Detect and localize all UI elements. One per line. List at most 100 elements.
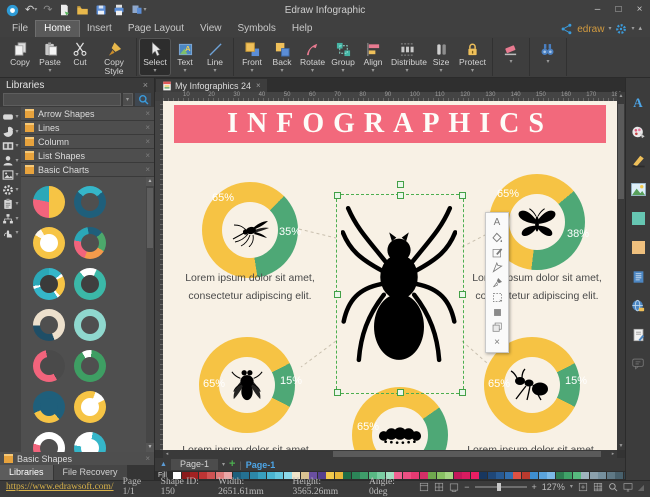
- color-swatch[interactable]: [607, 472, 615, 479]
- scroll-down-icon[interactable]: ▼: [146, 443, 154, 452]
- scrollbar-thumb[interactable]: [147, 188, 153, 248]
- library-item-list-shapes[interactable]: List Shapes×: [21, 149, 154, 162]
- color-swatch[interactable]: [573, 472, 581, 479]
- dock-note-button[interactable]: [629, 268, 648, 285]
- horizontal-scrollbar[interactable]: ◂ ▸: [163, 450, 617, 458]
- resize-grip[interactable]: ◢: [638, 483, 644, 492]
- dock-swatch-orange-button[interactable]: [629, 239, 648, 256]
- color-swatch[interactable]: [564, 472, 572, 479]
- menu-tab-file[interactable]: File: [4, 21, 36, 37]
- float-cursor-button[interactable]: [490, 261, 504, 274]
- new-file-button[interactable]: [56, 2, 72, 18]
- infographic-title-banner[interactable]: INFOGRAPHICS: [174, 105, 606, 143]
- zoom-in-button[interactable]: +: [532, 482, 537, 492]
- eraser-button[interactable]: ▾: [496, 39, 526, 66]
- library-category-people-button[interactable]: ▾: [2, 155, 18, 167]
- maximize-button[interactable]: □: [608, 1, 629, 19]
- color-swatch[interactable]: [505, 472, 513, 479]
- menu-tab-symbols[interactable]: Symbols: [230, 21, 284, 37]
- print-button[interactable]: [111, 2, 127, 18]
- chart-shape-thumbnail[interactable]: [74, 227, 106, 259]
- float-duplicate-button[interactable]: [490, 321, 504, 334]
- chart-shape-thumbnail[interactable]: [33, 227, 65, 259]
- vertical-scrollbar[interactable]: ▲ ▼: [617, 92, 625, 450]
- protect-button[interactable]: Protect▾: [456, 39, 489, 75]
- selection-handle[interactable]: [334, 389, 341, 396]
- library-close-icon[interactable]: ×: [145, 151, 150, 160]
- scrollbar-thumb[interactable]: [618, 104, 624, 199]
- selection-handle[interactable]: [459, 389, 466, 396]
- canvas-page[interactable]: INFOGRAPHICS: [163, 101, 617, 450]
- app-logo-button[interactable]: [4, 2, 21, 18]
- color-swatch[interactable]: [420, 472, 428, 479]
- more-button[interactable]: ▾: [129, 2, 148, 18]
- page-tab-dropdown-icon[interactable]: ▾: [222, 462, 225, 468]
- back-button[interactable]: Back▾: [267, 39, 297, 75]
- float-fill-button[interactable]: [490, 231, 504, 244]
- fit-page-icon[interactable]: [578, 482, 588, 492]
- zoom-out-button[interactable]: −: [464, 482, 469, 492]
- scroll-right-icon[interactable]: ▸: [609, 450, 617, 458]
- color-swatch[interactable]: [556, 472, 564, 479]
- color-swatch[interactable]: [488, 472, 496, 479]
- dock-format-painter-button[interactable]: [629, 152, 648, 169]
- color-swatch[interactable]: [471, 472, 479, 479]
- selection-handle[interactable]: [397, 389, 404, 396]
- library-close-icon[interactable]: ×: [145, 123, 150, 132]
- color-swatch[interactable]: [513, 472, 521, 479]
- library-item-arrow-shapes[interactable]: Arrow Shapes×: [21, 107, 154, 120]
- undo-button[interactable]: ↶▾: [23, 2, 39, 18]
- align-button[interactable]: Align▾: [358, 39, 388, 75]
- chart-shape-thumbnail[interactable]: [33, 432, 65, 452]
- library-item-basic-charts[interactable]: Basic Charts×: [21, 163, 154, 176]
- copy-button[interactable]: Copy: [5, 39, 35, 68]
- document-tab-close-icon[interactable]: ×: [256, 81, 261, 90]
- front-button[interactable]: Front▾: [237, 39, 267, 75]
- collapse-pagebar-icon[interactable]: ▲: [160, 461, 167, 468]
- color-swatch[interactable]: [496, 472, 504, 479]
- scroll-up-icon[interactable]: ▲: [146, 177, 154, 186]
- color-swatch[interactable]: [530, 472, 538, 479]
- float-close-button[interactable]: ×: [490, 336, 504, 349]
- color-swatch[interactable]: [522, 472, 530, 479]
- donut-chart-fly[interactable]: 65% 15%: [199, 337, 295, 433]
- page-tab[interactable]: Page-1: [171, 459, 218, 470]
- float-brush-button[interactable]: [490, 276, 504, 289]
- color-swatch[interactable]: [479, 472, 487, 479]
- library-category-clipboard-button[interactable]: ▾: [2, 198, 18, 210]
- collapse-ribbon-icon[interactable]: ▴: [638, 26, 642, 32]
- library-search-input[interactable]: [3, 93, 121, 106]
- menu-tab-insert[interactable]: Insert: [79, 21, 120, 37]
- grid-toggle-icon[interactable]: [593, 482, 603, 492]
- open-file-button[interactable]: [74, 2, 91, 18]
- document-tab[interactable]: My Infographics 24 ×: [156, 79, 267, 92]
- dock-theme-color-button[interactable]: [629, 123, 648, 140]
- copy-style-button[interactable]: Copy Style: [95, 39, 133, 77]
- dock-swatch-teal-button[interactable]: [629, 210, 648, 227]
- dock-hyperlink-button[interactable]: [629, 297, 648, 314]
- color-swatch[interactable]: [590, 472, 598, 479]
- library-item-basic-shapes[interactable]: Basic Shapes ×: [0, 452, 154, 465]
- text-button[interactable]: AText▾: [170, 39, 200, 75]
- caption-text-butterfly[interactable]: Lorem ipsum dolor sit amet, consectetur …: [442, 269, 617, 305]
- save-button[interactable]: [93, 2, 109, 18]
- color-swatch[interactable]: [445, 472, 453, 479]
- library-close-icon[interactable]: ×: [145, 109, 150, 118]
- chart-shape-thumbnail[interactable]: [74, 350, 106, 382]
- menu-tab-view[interactable]: View: [192, 21, 230, 37]
- line-button[interactable]: Line▾: [200, 39, 230, 75]
- donut-chart-mosquito[interactable]: 65% 35%: [202, 182, 298, 278]
- chart-shape-thumbnail[interactable]: [74, 186, 106, 218]
- selection-handle[interactable]: [334, 291, 341, 298]
- chart-shape-thumbnail[interactable]: [74, 432, 106, 452]
- account-caret-icon[interactable]: ▾: [608, 26, 611, 32]
- library-category-gesture-button[interactable]: ▾: [2, 227, 18, 239]
- rotate-button[interactable]: Rotate▾: [297, 39, 328, 75]
- libraries-close-icon[interactable]: ×: [143, 80, 148, 90]
- library-close-icon[interactable]: ×: [145, 454, 150, 463]
- menu-tab-help[interactable]: Help: [284, 21, 321, 37]
- chart-shape-thumbnail[interactable]: [33, 309, 65, 341]
- fullscreen-icon[interactable]: [623, 482, 633, 492]
- float-marquee-button[interactable]: [490, 291, 504, 304]
- spider-image[interactable]: [341, 199, 457, 387]
